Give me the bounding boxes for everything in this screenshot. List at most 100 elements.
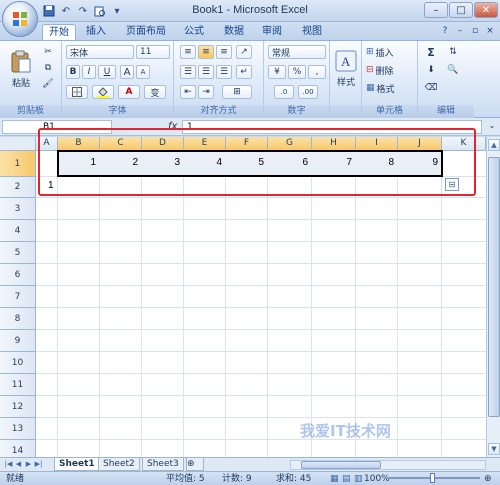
cell-g1[interactable]: 6: [268, 156, 312, 170]
cell-j1[interactable]: 9: [398, 156, 442, 170]
column-header-k[interactable]: K: [442, 137, 486, 151]
borders-button[interactable]: [66, 85, 88, 99]
minimize-button[interactable]: –: [424, 2, 448, 18]
percent-button[interactable]: %: [288, 65, 306, 79]
column-header-e[interactable]: E: [184, 137, 226, 151]
zoom-in-icon[interactable]: ⊕: [484, 473, 492, 485]
align-middle-icon[interactable]: ≡: [198, 45, 214, 59]
phonetic-button[interactable]: 变: [144, 85, 166, 99]
copy-icon[interactable]: ⧉: [40, 61, 56, 75]
cut-icon[interactable]: ✂: [40, 45, 56, 59]
vertical-scroll-thumb[interactable]: [488, 157, 500, 417]
scroll-up-icon[interactable]: ▲: [488, 139, 500, 151]
sheet-tab-2[interactable]: Sheet2: [98, 458, 140, 471]
office-button[interactable]: [2, 1, 38, 37]
column-header-d[interactable]: D: [142, 137, 184, 151]
sheet-tab-1[interactable]: Sheet1: [54, 458, 100, 471]
fill-icon[interactable]: ⬇: [422, 63, 440, 77]
first-sheet-icon[interactable]: |◀: [4, 460, 13, 470]
next-sheet-icon[interactable]: ▶: [24, 460, 33, 470]
align-right-icon[interactable]: ☰: [216, 65, 232, 79]
insert-sheet-icon[interactable]: ⊕: [186, 458, 204, 471]
row-header-1[interactable]: 1: [0, 151, 36, 177]
fill-color-button[interactable]: [92, 85, 114, 99]
row-header-7[interactable]: 7: [0, 286, 36, 308]
align-bottom-icon[interactable]: ≡: [216, 45, 232, 59]
column-header-g[interactable]: G: [268, 137, 312, 151]
cell-c1[interactable]: 2: [100, 156, 142, 170]
orientation-icon[interactable]: ↗: [236, 45, 252, 59]
horizontal-scrollbar[interactable]: [290, 460, 486, 470]
row-header-10[interactable]: 10: [0, 352, 36, 374]
column-header-j[interactable]: J: [398, 137, 442, 151]
last-sheet-icon[interactable]: ▶|: [34, 460, 43, 470]
normal-view-icon[interactable]: ▦: [330, 473, 339, 485]
decrease-decimal-icon[interactable]: .00: [298, 85, 318, 99]
align-left-icon[interactable]: ☰: [180, 65, 196, 79]
prev-sheet-icon[interactable]: ◀: [14, 460, 23, 470]
insert-function-button[interactable]: fx: [168, 121, 177, 132]
wrap-text-icon[interactable]: ↵: [236, 65, 252, 79]
find-select-icon[interactable]: 🔍: [444, 63, 462, 77]
cell-a2[interactable]: 1: [36, 179, 58, 193]
bold-button[interactable]: B: [66, 65, 80, 79]
cell-b1[interactable]: 1: [58, 156, 100, 170]
tab-data[interactable]: 数据: [218, 24, 250, 40]
paste-button[interactable]: 粘贴: [6, 45, 36, 93]
cell-d1[interactable]: 3: [142, 156, 184, 170]
cell-i1[interactable]: 8: [356, 156, 398, 170]
tab-home[interactable]: 开始: [42, 24, 76, 40]
align-top-icon[interactable]: ≡: [180, 45, 196, 59]
column-header-b[interactable]: B: [58, 137, 100, 151]
row-header-5[interactable]: 5: [0, 242, 36, 264]
restore-button[interactable]: □: [449, 2, 473, 18]
tab-page-layout[interactable]: 页面布局: [120, 24, 172, 40]
currency-icon[interactable]: ¥: [268, 65, 286, 79]
cell-e1[interactable]: 4: [184, 156, 226, 170]
zoom-slider-knob[interactable]: [430, 473, 435, 483]
font-color-button[interactable]: A: [118, 85, 140, 99]
tab-insert[interactable]: 插入: [80, 24, 112, 40]
page-break-view-icon[interactable]: ▥: [354, 473, 363, 485]
underline-button[interactable]: U: [98, 65, 116, 79]
delete-cells-button[interactable]: ⊟ 删除: [366, 63, 394, 77]
column-header-i[interactable]: I: [356, 137, 398, 151]
zoom-level[interactable]: 100%: [364, 473, 390, 485]
row-header-2[interactable]: 2: [0, 177, 36, 198]
decrease-indent-icon[interactable]: ⇤: [180, 85, 196, 99]
insert-cells-button[interactable]: ⊞ 插入: [366, 45, 394, 59]
tab-review[interactable]: 审阅: [256, 24, 288, 40]
worksheet-grid[interactable]: A B C D E F G H I J K 1 2 3 4 5 6 7 8 9 …: [0, 137, 486, 457]
cell-f1[interactable]: 5: [226, 156, 268, 170]
ribbon-close-icon[interactable]: ×: [484, 25, 496, 37]
comma-button[interactable]: ,: [308, 65, 326, 79]
ribbon-restore-icon[interactable]: ▫: [469, 25, 481, 37]
italic-button[interactable]: I: [82, 65, 96, 79]
number-format-select[interactable]: 常规: [268, 45, 326, 59]
row-header-11[interactable]: 11: [0, 374, 36, 396]
styles-button[interactable]: A 样式: [332, 45, 360, 93]
increase-indent-icon[interactable]: ⇥: [198, 85, 214, 99]
grow-font-button[interactable]: A: [120, 65, 134, 79]
close-button[interactable]: ✕: [474, 2, 498, 18]
ribbon-minimize-icon[interactable]: –: [454, 25, 466, 37]
help-icon[interactable]: ?: [439, 25, 451, 37]
font-size-select[interactable]: 11: [136, 45, 170, 59]
increase-decimal-icon[interactable]: .0: [274, 85, 294, 99]
row-header-13[interactable]: 13: [0, 418, 36, 440]
row-header-9[interactable]: 9: [0, 330, 36, 352]
font-name-select[interactable]: 宋体: [66, 45, 134, 59]
tab-formulas[interactable]: 公式: [178, 24, 210, 40]
vertical-scrollbar[interactable]: ▲ ▼: [486, 137, 500, 457]
format-painter-icon[interactable]: 🖌: [40, 77, 56, 91]
row-header-8[interactable]: 8: [0, 308, 36, 330]
row-header-3[interactable]: 3: [0, 198, 36, 220]
scroll-down-icon[interactable]: ▼: [488, 443, 500, 455]
row-header-4[interactable]: 4: [0, 220, 36, 242]
page-layout-view-icon[interactable]: ▤: [342, 473, 351, 485]
format-cells-button[interactable]: ▦ 格式: [366, 81, 395, 95]
horizontal-scroll-thumb[interactable]: [301, 461, 381, 469]
column-header-h[interactable]: H: [312, 137, 356, 151]
row-header-6[interactable]: 6: [0, 264, 36, 286]
sheet-tab-3[interactable]: Sheet3: [142, 458, 184, 471]
